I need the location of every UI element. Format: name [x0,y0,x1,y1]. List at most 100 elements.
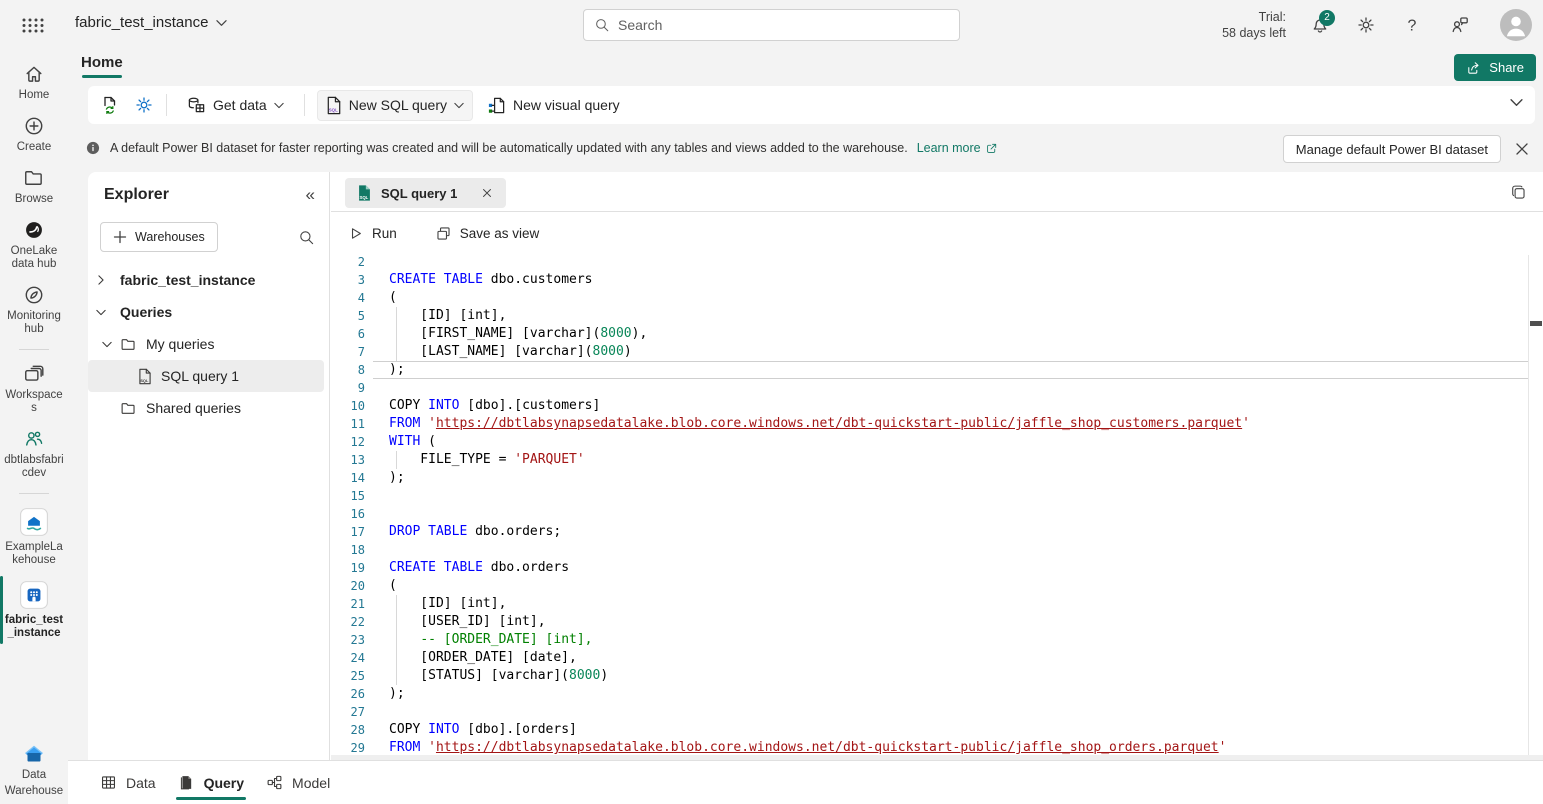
rail-item-workspaces[interactable]: Workspaces [0,363,68,415]
code-line[interactable]: 19CREATE TABLE dbo.orders [331,559,1543,577]
code-line[interactable]: 26); [331,685,1543,703]
query-editor-area: SQL SQL query 1 Run Save as view 23CREAT… [331,172,1543,760]
code-line[interactable]: 9 [331,379,1543,397]
code-line[interactable]: 8); [331,361,1543,379]
collapse-ribbon-button[interactable] [1510,98,1523,107]
code-text: ( [389,577,397,595]
left-nav-rail: Home Create Browse OneLake data hub Monitori… [0,50,68,804]
tree-item-my-queries[interactable]: My queries [88,328,324,360]
code-line[interactable]: 7 [LAST_NAME] [varchar](8000) [331,343,1543,361]
tree-item-label: fabric_test_instance [120,272,255,288]
rail-item-label: OneLake data hub [3,245,65,271]
code-line[interactable]: 16 [331,505,1543,523]
workspace-switcher[interactable]: fabric_test_instance [75,14,227,31]
rail-item-monitoring-hub[interactable]: Monitoring hub [0,284,68,336]
save-as-view-button[interactable]: Save as view [435,225,540,242]
line-number: 14 [331,469,365,487]
code-line[interactable]: 24 [ORDER_DATE] [date], [331,649,1543,667]
statusbar-tab-query[interactable]: Query [176,761,246,804]
tree-item-fabric-test-instance[interactable]: fabric_test_instance [88,264,324,296]
rail-item-home[interactable]: Home [0,63,68,102]
code-line[interactable]: 10COPY INTO [dbo].[customers] [331,397,1543,415]
app-launcher-icon[interactable] [22,18,44,33]
rail-item-onelake-data-hub[interactable]: OneLake data hub [0,219,68,271]
code-line[interactable]: 5 [ID] [int], [331,307,1543,325]
help-button[interactable]: ? [1402,15,1422,35]
get-data-button[interactable]: Get data [179,91,292,120]
code-line[interactable]: 20( [331,577,1543,595]
explorer-search-button[interactable] [298,229,315,246]
code-line[interactable]: 14); [331,469,1543,487]
folder-icon [120,336,137,353]
code-line[interactable]: 28COPY INTO [dbo].[orders] [331,721,1543,739]
code-line[interactable]: 12WITH ( [331,433,1543,451]
code-line[interactable]: 27 [331,703,1543,721]
rail-item-dbtlabsfabricdev[interactable]: dbtlabsfabricdev [0,428,68,480]
tree-item-queries[interactable]: Queries [88,296,324,328]
statusbar-tab-data[interactable]: Data [98,761,158,804]
rail-item-fabric-test-instance[interactable]: fabric_test_instance [0,580,68,640]
statusbar-tab-label: Model [292,775,330,791]
code-line[interactable]: 18 [331,541,1543,559]
run-button[interactable]: Run [347,225,397,242]
code-editor[interactable]: 23CREATE TABLE dbo.customers4(5 [ID] [in… [331,253,1543,760]
code-line[interactable]: 11FROM 'https://dbtlabsynapsedatalake.bl… [331,415,1543,433]
learn-more-link[interactable]: Learn more [917,141,998,155]
settings-button[interactable] [1356,15,1376,35]
share-icon [1466,60,1482,76]
browse-icon [23,167,45,189]
monitoring-icon [23,284,45,306]
add-warehouses-button[interactable]: Warehouses [100,222,218,252]
get-data-icon [187,96,206,115]
code-line[interactable]: 13 FILE_TYPE = 'PARQUET' [331,451,1543,469]
close-tab-button[interactable] [480,186,494,200]
search-input[interactable] [618,17,949,33]
tree-item-shared-queries[interactable]: Shared queries [88,392,324,424]
warehouse-icon [19,580,49,610]
line-number: 27 [331,703,365,721]
tab-home[interactable]: Home [81,54,123,71]
play-icon [347,225,364,242]
code-line[interactable]: 25 [STATUS] [varchar](8000) [331,667,1543,685]
feedback-button[interactable] [1450,15,1470,35]
copy-button[interactable] [1510,184,1527,201]
code-line[interactable]: 15 [331,487,1543,505]
new-visual-query-button[interactable]: New visual query [479,91,628,120]
explorer-panel: Explorer « Warehouses fabric_test_instan… [88,172,330,760]
new-sql-query-button[interactable]: SQL New SQL query [317,90,473,121]
code-line[interactable]: 22 [USER_ID] [int], [331,613,1543,631]
code-line[interactable]: 23 -- [ORDER_DATE] [int], [331,631,1543,649]
code-line[interactable]: 6 [FIRST_NAME] [varchar](8000), [331,325,1543,343]
rail-item-examplelakehouse[interactable]: ExampleLakehouse [0,507,68,567]
banner-close-button[interactable] [1512,139,1532,159]
line-number: 15 [331,487,365,505]
line-number: 22 [331,613,365,631]
rail-item-create[interactable]: Create [0,115,68,154]
scrollbar-cursor-mark[interactable] [1530,321,1542,326]
code-line[interactable]: 3CREATE TABLE dbo.customers [331,271,1543,289]
code-text: [ID] [int], [389,595,506,613]
rail-item-data-warehouse[interactable]: DataWarehouse [0,742,68,798]
rail-item-browse[interactable]: Browse [0,167,68,206]
refresh-source-button[interactable] [100,95,120,115]
rail-divider [19,349,49,350]
query-tab[interactable]: SQL SQL query 1 [345,178,506,208]
warehouse-settings-button[interactable] [134,95,154,115]
line-number: 11 [331,415,365,433]
chevron-down-icon [454,102,464,109]
indent-guide [396,631,397,649]
code-line[interactable]: 4( [331,289,1543,307]
collapse-panel-button[interactable]: « [306,185,315,205]
bottom-view-switcher: Data Query Model [68,760,1543,804]
code-line[interactable]: 2 [331,253,1543,271]
manage-default-dataset-button[interactable]: Manage default Power BI dataset [1283,135,1501,163]
avatar[interactable] [1500,9,1532,41]
code-line[interactable]: 21 [ID] [int], [331,595,1543,613]
share-button[interactable]: Share [1454,54,1536,81]
statusbar-tab-model[interactable]: Model [264,761,332,804]
line-number: 7 [331,343,365,361]
indent-guide [396,613,397,631]
editor-scrollbar-track[interactable] [1528,255,1529,755]
code-line[interactable]: 17DROP TABLE dbo.orders; [331,523,1543,541]
tree-item-sql-query-1[interactable]: SQLSQL query 1 [88,360,324,392]
